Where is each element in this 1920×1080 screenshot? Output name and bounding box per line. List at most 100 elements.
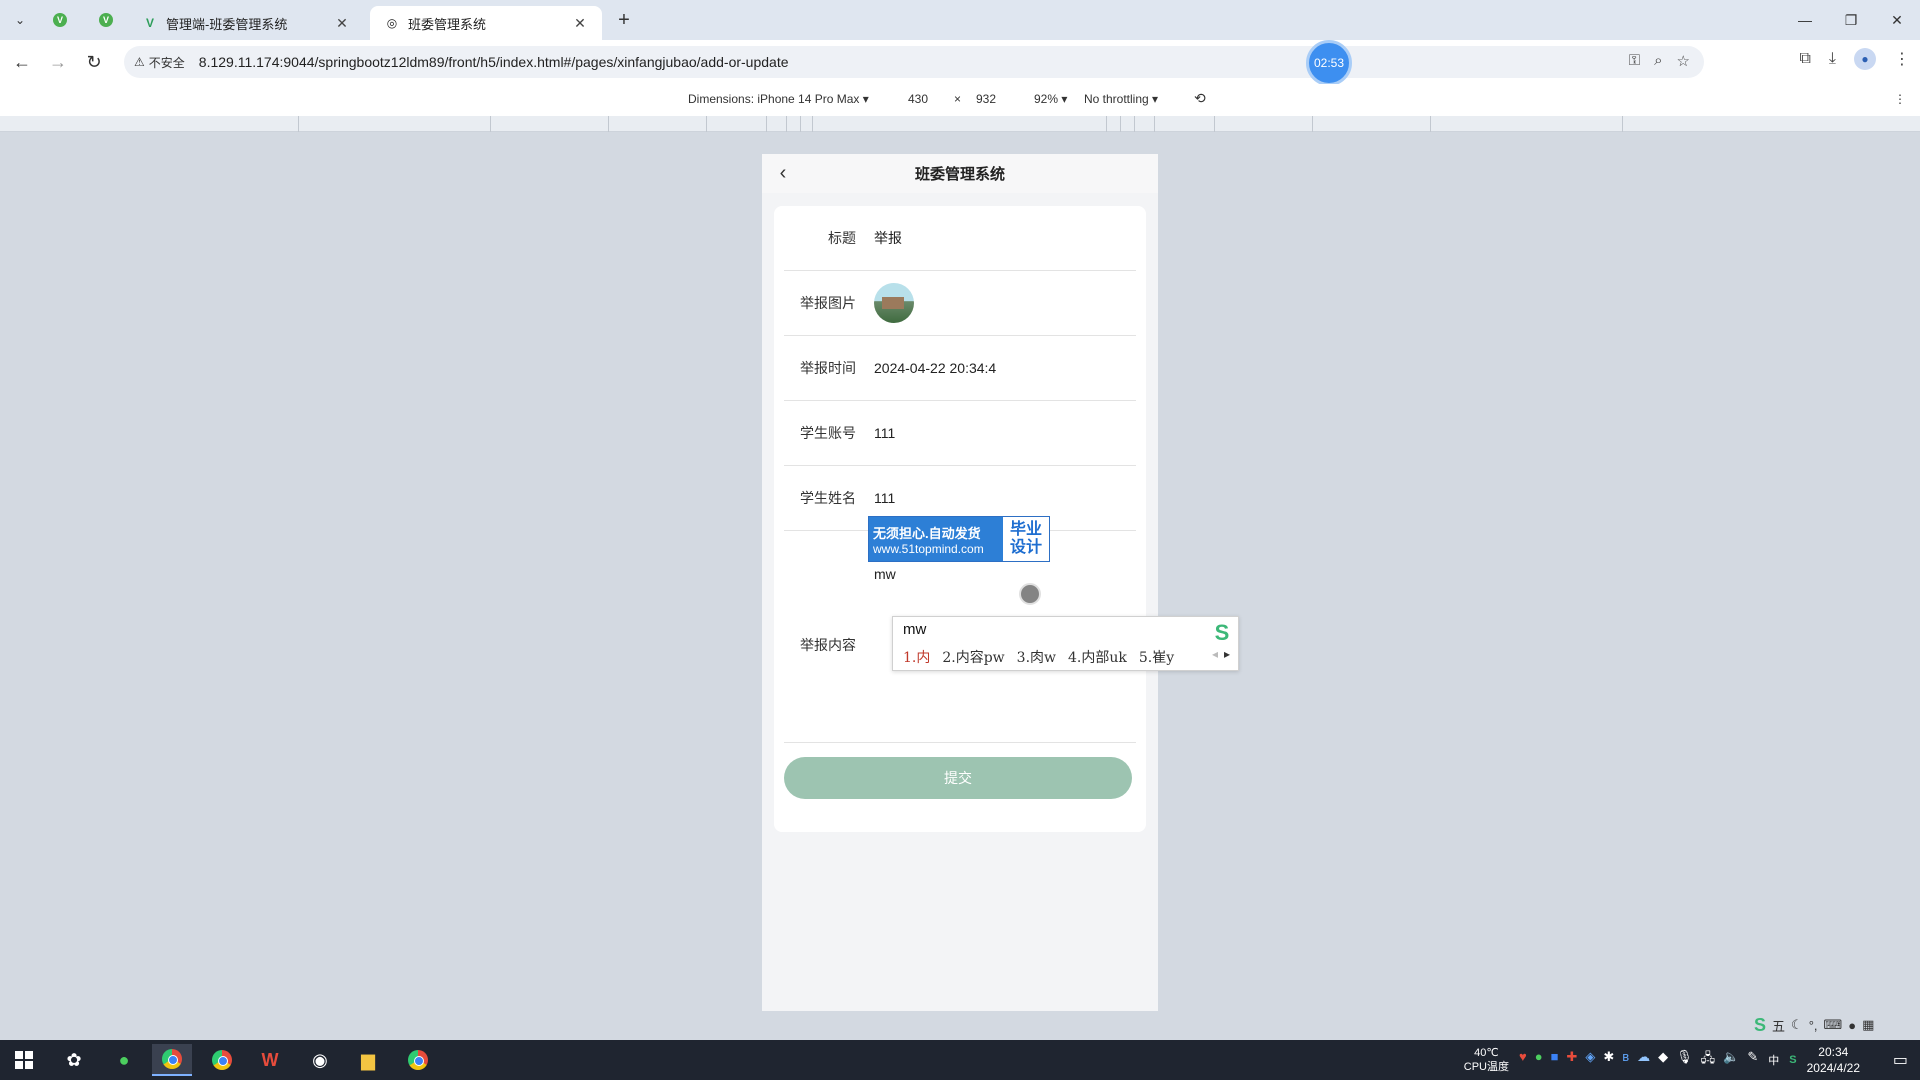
field-label: 学生账号 — [800, 425, 856, 441]
taskbar-app-chrome[interactable] — [152, 1044, 192, 1076]
ime-candidate[interactable]: 5.崔y — [1139, 647, 1174, 667]
system-tray: 40℃ CPU温度 ♥ ● ■ ✚ ◈ ✱ ʙ ☁ ◆ 🎙 🖧 🔈 ✎ 中 S … — [1464, 1040, 1860, 1080]
shield-icon[interactable]: ♥ — [1519, 1049, 1527, 1071]
forward-button[interactable]: → — [44, 48, 72, 76]
volume-icon[interactable]: 🔈 — [1723, 1049, 1739, 1071]
student-account-input[interactable]: 111 — [874, 425, 895, 441]
tab-admin[interactable]: V 管理端-班委管理系统 ✕ — [128, 6, 364, 40]
close-icon[interactable]: ✕ — [572, 15, 588, 32]
watermark-badge: 无须担心.自动发货 www.51topmind.com 毕业 设计 — [868, 516, 1050, 562]
back-button[interactable]: ← — [8, 48, 36, 76]
pen-icon[interactable]: ✎ — [1747, 1049, 1758, 1071]
sogou-logo-icon[interactable]: S — [1754, 1015, 1766, 1036]
user-icon[interactable]: ● — [1848, 1018, 1856, 1033]
recording-timer[interactable]: 02:53 — [1306, 40, 1352, 86]
title-input[interactable]: 举报 — [874, 228, 902, 248]
tab-current[interactable]: ◎ 班委管理系统 ✕ — [370, 6, 602, 40]
touch-cursor — [1019, 583, 1041, 605]
address-bar[interactable]: ⚠ 不安全 8.129.11.174:9044/springbootz12ldm… — [124, 46, 1704, 78]
globe-icon: ◎ — [386, 16, 398, 30]
download-icon[interactable]: ⤓ — [1829, 50, 1836, 68]
report-image-thumbnail[interactable] — [874, 283, 914, 323]
start-button[interactable] — [4, 1044, 44, 1076]
report-content-textarea[interactable]: mw — [874, 566, 896, 582]
more-menu-icon[interactable]: ⋮ — [1894, 49, 1910, 69]
taskbar-app-wps[interactable]: W — [250, 1044, 290, 1076]
taskbar-app-wechat[interactable]: ● — [104, 1044, 144, 1076]
zoom-select[interactable]: 92% ▾ — [1034, 92, 1067, 106]
tab-title: 管理端-班委管理系统 — [166, 16, 288, 32]
submit-button[interactable]: 提交 — [784, 757, 1132, 799]
wechat-tray-icon[interactable]: ● — [1535, 1049, 1543, 1071]
sogou-logo-icon: S — [1214, 620, 1230, 645]
chat-icon[interactable]: ◈ — [1585, 1049, 1595, 1071]
grid-icon[interactable]: ▦ — [1862, 1017, 1874, 1033]
ime-mode[interactable]: 五 — [1772, 1016, 1785, 1035]
cpu-temp[interactable]: 40℃ CPU温度 — [1464, 1046, 1509, 1074]
password-key-icon[interactable]: ⚿ — [1629, 52, 1640, 70]
zoom-icon[interactable]: ⌕ — [1654, 52, 1662, 70]
url-text[interactable]: 8.129.11.174:9044/springbootz12ldm89/fro… — [199, 54, 789, 70]
media-query-ruler[interactable] — [0, 116, 1920, 132]
ime-candidate[interactable]: 4.内部uk — [1068, 647, 1127, 667]
sogou-tray-icon[interactable]: S — [1789, 1054, 1796, 1066]
browser-tabstrip: ⌄ V V V 管理端-班委管理系统 ✕ ◎ 班委管理系统 ✕ + — ❐ ✕ — [0, 0, 1920, 40]
keyboard-icon[interactable]: ⌨ — [1824, 1017, 1843, 1033]
security-indicator[interactable]: ⚠ 不安全 — [134, 54, 185, 71]
network-icon[interactable]: 🖧 — [1701, 1049, 1716, 1071]
app-header: ‹ 班委管理系统 — [762, 154, 1158, 193]
mic-icon[interactable]: 🎙 — [1676, 1049, 1693, 1071]
chevron-left-icon[interactable]: ‹ — [772, 162, 794, 184]
ime-page-arrows: ◂ ▸ — [1212, 647, 1230, 661]
profile-avatar[interactable]: ● — [1854, 48, 1876, 70]
throttle-select[interactable]: No throttling ▾ — [1084, 92, 1158, 106]
minimize-button[interactable]: — — [1782, 0, 1828, 40]
pinned-tab-1[interactable]: V — [40, 6, 80, 34]
extensions-icon[interactable]: ⧉ — [1799, 50, 1810, 68]
ime-candidate[interactable]: 2.内容pw — [942, 647, 1004, 667]
rotate-icon[interactable]: ⟲ — [1194, 90, 1206, 107]
taskbar-app-chrome2[interactable] — [398, 1044, 438, 1076]
device-viewport: ‹ 班委管理系统 标题 举报 举报图片 举报时间 2024-04-22 20:3… — [762, 154, 1158, 1011]
taskbar-app-files[interactable]: ▆ — [348, 1044, 388, 1076]
device-width-input[interactable]: 430 — [908, 92, 928, 106]
new-tab-button[interactable]: + — [612, 8, 636, 32]
taskbar-app-settings[interactable]: ✿ — [54, 1044, 94, 1076]
clock[interactable]: 20:34 2024/4/22 — [1807, 1044, 1860, 1076]
taskbar-app-qq[interactable]: ◉ — [300, 1044, 340, 1076]
punctuation-icon[interactable]: °, — [1809, 1018, 1818, 1033]
device-dimensions-select[interactable]: Dimensions: iPhone 14 Pro Max ▾ — [688, 92, 869, 106]
wechat-icon: ● — [118, 1049, 130, 1070]
cloud-icon[interactable]: ☁ — [1637, 1049, 1650, 1071]
input-language[interactable]: 中 — [1768, 1052, 1779, 1068]
bookmark-star-icon[interactable]: ☆ — [1677, 52, 1690, 70]
restore-button[interactable]: ❐ — [1828, 0, 1874, 40]
device-toolbar: Dimensions: iPhone 14 Pro Max ▾ 430 × 93… — [0, 84, 1920, 116]
pinned-tab-2[interactable]: V — [86, 6, 126, 34]
field-label: 举报时间 — [800, 360, 856, 376]
tab-search-icon[interactable]: ⌄ — [8, 8, 32, 32]
cube-icon[interactable]: ■ — [1551, 1049, 1559, 1071]
chevron-left-icon[interactable]: ◂ — [1212, 647, 1218, 661]
vpn-icon[interactable]: ◆ — [1658, 1049, 1668, 1071]
bluetooth-icon[interactable]: ʙ — [1622, 1049, 1629, 1071]
taskbar-app-browser2[interactable] — [202, 1044, 242, 1076]
ime-candidate[interactable]: 3.肉w — [1017, 647, 1056, 667]
vue-icon: V — [145, 16, 154, 30]
window-controls: — ❐ ✕ — [1782, 0, 1920, 40]
report-time-input[interactable]: 2024-04-22 20:34:4 — [874, 360, 996, 376]
notification-icon[interactable]: ▭ — [1893, 1050, 1908, 1070]
close-icon[interactable]: ✕ — [334, 15, 350, 32]
gear-icon[interactable]: ✱ — [1603, 1049, 1614, 1071]
omnibox-actions: ⚿ ⌕ ☆ — [1629, 52, 1690, 70]
devtools-more-icon[interactable]: ⋮ — [1894, 92, 1906, 106]
student-name-input[interactable]: 111 — [874, 490, 895, 506]
chevron-right-icon[interactable]: ▸ — [1224, 647, 1230, 661]
reload-button[interactable]: ↻ — [80, 48, 108, 76]
security-label: 不安全 — [148, 55, 185, 70]
ime-candidate[interactable]: 1.内 — [903, 647, 930, 667]
device-height-input[interactable]: 932 — [976, 92, 996, 106]
moon-icon[interactable]: ☾ — [1791, 1017, 1803, 1033]
plus-icon[interactable]: ✚ — [1566, 1049, 1577, 1071]
close-window-button[interactable]: ✕ — [1874, 0, 1920, 40]
